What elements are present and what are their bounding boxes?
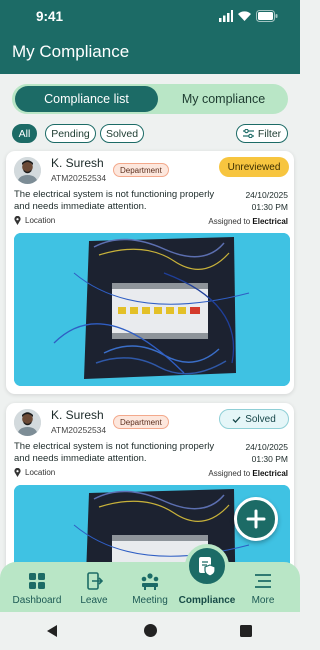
complaint-date: 24/10/2025 (245, 442, 288, 452)
page-title: My Compliance (12, 42, 130, 61)
dashboard-icon (29, 573, 45, 589)
department-badge: Department (113, 163, 169, 177)
avatar (14, 409, 41, 436)
compliance-card[interactable]: K. Suresh ATM20252534 Department Unrevie… (6, 151, 294, 394)
plus-icon (246, 509, 266, 529)
home-icon[interactable] (144, 624, 157, 637)
complaint-datetime: 24/10/2025 01:30 PM (245, 441, 288, 465)
location-pin-icon (14, 216, 21, 225)
tab-my-compliance[interactable]: My compliance (162, 86, 285, 112)
compliance-tab-icon-button[interactable] (185, 544, 229, 588)
assigned-prefix: Assigned to (208, 217, 251, 226)
assigned-department: Electrical (252, 217, 288, 226)
filter-button[interactable]: Filter (236, 124, 288, 143)
employee-name: K. Suresh (51, 408, 104, 422)
status-time: 9:41 (36, 9, 64, 24)
tab-leave[interactable]: Leave (70, 562, 118, 612)
app-header: 9:41 My Compliance (0, 0, 300, 74)
complaint-description: The electrical system is not functioning… (14, 441, 215, 464)
tab-compliance-list[interactable]: Compliance list (15, 86, 158, 112)
chip-solved[interactable]: Solved (100, 124, 144, 143)
menu-icon (255, 574, 271, 588)
avatar (14, 157, 41, 184)
chip-all[interactable]: All (12, 124, 37, 143)
tab-label: Compliance (178, 595, 236, 606)
status-badge: Solved (219, 409, 289, 429)
tab-label: More (251, 595, 275, 606)
exit-door-icon (87, 572, 103, 590)
battery-icon (256, 10, 278, 22)
status-badge: Unreviewed (219, 157, 289, 177)
complaint-description: The electrical system is not functioning… (14, 189, 215, 212)
location: Location (14, 216, 55, 225)
location-label: Location (25, 216, 56, 225)
complaint-time: 01:30 PM (251, 454, 288, 464)
location-label: Location (25, 468, 56, 477)
signal-icon (219, 10, 233, 22)
status-label: Solved (245, 413, 276, 425)
location: Location (14, 468, 55, 477)
tab-label: Leave (80, 595, 108, 606)
recents-icon[interactable] (240, 625, 252, 637)
status-bar: 9:41 (0, 0, 300, 34)
wifi-icon (238, 11, 251, 21)
status-label: Unreviewed (227, 161, 281, 173)
employee-name: K. Suresh (51, 156, 104, 170)
complaint-time: 01:30 PM (251, 202, 288, 212)
complaint-photo[interactable] (14, 233, 290, 386)
segmented-control: Compliance list My compliance (12, 84, 288, 114)
assigned-department: Electrical (252, 469, 288, 478)
meeting-icon (141, 573, 159, 590)
bottom-tab-bar: Dashboard Leave Meeting Compliance More (0, 562, 300, 612)
tab-meeting[interactable]: Meeting (124, 562, 176, 612)
tab-more[interactable]: More (240, 562, 286, 612)
check-icon (232, 416, 241, 423)
back-icon[interactable] (46, 625, 58, 637)
shield-document-icon (199, 557, 216, 577)
filter-label: Filter (257, 127, 282, 140)
sliders-icon (242, 129, 254, 138)
assigned-prefix: Assigned to (208, 469, 251, 478)
location-pin-icon (14, 468, 21, 477)
assigned-to: Assigned to Electrical (208, 469, 288, 478)
add-compliance-button[interactable] (234, 497, 278, 541)
tab-dashboard[interactable]: Dashboard (8, 562, 66, 612)
complaint-datetime: 24/10/2025 01:30 PM (245, 189, 288, 213)
chip-pending[interactable]: Pending (45, 124, 96, 143)
tab-label: Dashboard (12, 595, 62, 606)
electrical-panel-image (14, 233, 290, 386)
employee-id: ATM20252534 (51, 173, 107, 183)
tab-label: Meeting (132, 595, 168, 606)
employee-id: ATM20252534 (51, 425, 107, 435)
system-nav-bar (0, 612, 300, 650)
assigned-to: Assigned to Electrical (208, 217, 288, 226)
department-badge: Department (113, 415, 169, 429)
complaint-date: 24/10/2025 (245, 190, 288, 200)
